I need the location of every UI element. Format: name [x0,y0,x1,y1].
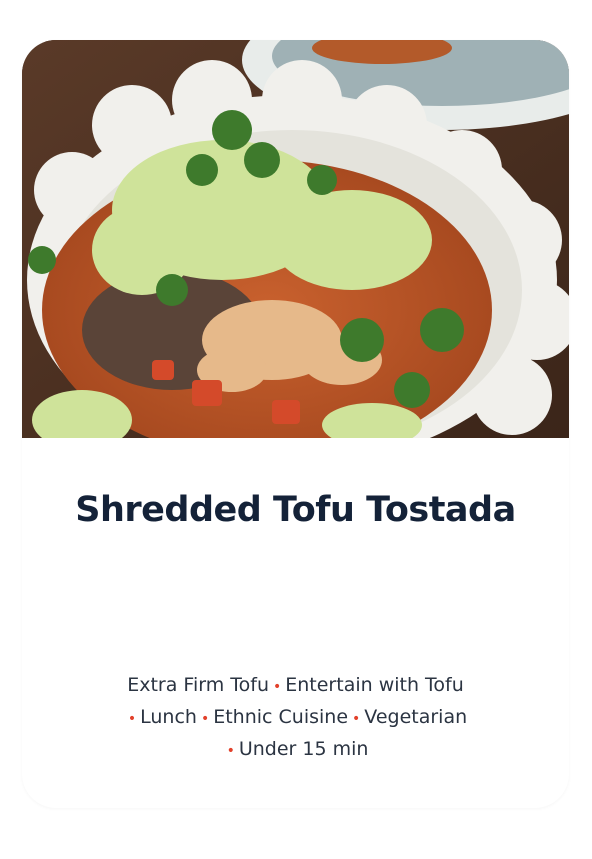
tag-separator: • [272,679,282,695]
tag-under-15-min[interactable]: Under 15 min [239,738,369,760]
recipe-photo[interactable] [22,40,569,438]
tag-vegetarian[interactable]: Vegetarian [364,706,467,728]
recipe-tags: Extra Firm Tofu • Entertain with Tofu • Lun… [62,670,529,766]
tag-extra-firm-tofu[interactable]: Extra Firm Tofu [127,674,269,696]
recipe-title: Shredded Tofu Tostada [75,490,516,530]
tag-separator: • [226,743,235,759]
recipe-card[interactable]: Shredded Tofu Tostada Extra Firm Tofu • En… [22,40,569,808]
tag-separator: • [352,711,361,727]
tag-ethnic-cuisine[interactable]: Ethnic Cuisine [213,706,348,728]
tag-lunch[interactable]: Lunch [140,706,197,728]
tag-entertain-with-tofu[interactable]: Entertain with Tofu [285,674,464,696]
tag-separator: • [127,711,137,727]
food-photo-icon [22,40,569,438]
tag-separator: • [200,711,210,727]
